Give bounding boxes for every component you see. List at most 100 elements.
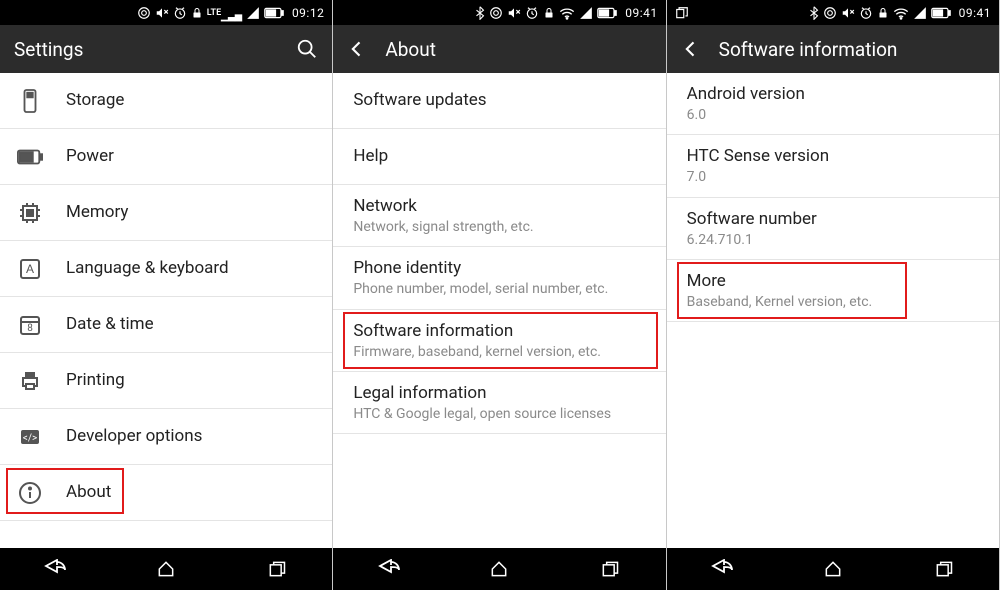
battery-icon bbox=[264, 7, 284, 19]
row-label: Software number bbox=[687, 208, 983, 230]
row-label: Phone identity bbox=[353, 257, 649, 279]
row-network[interactable]: Network Network, signal strength, etc. bbox=[333, 185, 665, 247]
header-title: About bbox=[385, 38, 651, 61]
mute-icon bbox=[155, 6, 169, 20]
sync-icon bbox=[823, 6, 837, 20]
back-nav-icon[interactable] bbox=[30, 559, 80, 579]
row-label: HTC Sense version bbox=[687, 145, 983, 167]
row-label: Printing bbox=[66, 369, 316, 391]
date-icon: 8 bbox=[16, 313, 44, 337]
nav-bar bbox=[0, 548, 332, 590]
row-software-number[interactable]: Software number 6.24.710.1 bbox=[667, 198, 999, 260]
back-icon[interactable] bbox=[681, 39, 701, 59]
row-sublabel: HTC & Google legal, open source licenses bbox=[353, 405, 649, 423]
network-lte-icon: LTE▁▃▅ bbox=[207, 5, 242, 21]
alarm-icon bbox=[859, 6, 873, 20]
row-about[interactable]: About bbox=[0, 465, 332, 521]
row-language[interactable]: A Language & keyboard bbox=[0, 241, 332, 297]
status-clock: 09:41 bbox=[959, 6, 991, 20]
row-sublabel: 7.0 bbox=[687, 168, 983, 186]
row-label: Storage bbox=[66, 89, 316, 111]
screen-settings: LTE▁▃▅ 09:12 Settings Storage Power Memo… bbox=[0, 0, 333, 590]
row-label: Software information bbox=[353, 320, 649, 342]
row-more[interactable]: More Baseband, Kernel version, etc. bbox=[667, 260, 999, 322]
row-sublabel: Firmware, baseband, kernel version, etc. bbox=[353, 343, 649, 361]
row-developer[interactable]: </> Developer options bbox=[0, 409, 332, 465]
power-icon bbox=[16, 149, 44, 165]
status-clock: 09:12 bbox=[292, 6, 324, 20]
row-sublabel: Baseband, Kernel version, etc. bbox=[687, 293, 983, 311]
search-icon[interactable] bbox=[296, 38, 318, 60]
status-clock: 09:41 bbox=[625, 6, 657, 20]
multiwindow-icon bbox=[675, 6, 689, 20]
svg-text:8: 8 bbox=[27, 323, 33, 334]
row-printing[interactable]: Printing bbox=[0, 353, 332, 409]
row-sublabel: 6.24.710.1 bbox=[687, 231, 983, 249]
settings-header: Settings bbox=[0, 25, 332, 73]
recent-nav-icon[interactable] bbox=[585, 559, 635, 579]
status-bar: 09:41 bbox=[667, 0, 999, 25]
row-label: Android version bbox=[687, 83, 983, 105]
row-label: Developer options bbox=[66, 425, 316, 447]
bluetooth-icon bbox=[809, 6, 819, 20]
about-icon bbox=[16, 481, 44, 505]
svg-text:</>: </> bbox=[23, 433, 37, 444]
row-help[interactable]: Help bbox=[333, 129, 665, 185]
bluetooth-icon bbox=[475, 6, 485, 20]
battery-icon bbox=[597, 7, 617, 19]
back-nav-icon[interactable] bbox=[697, 559, 747, 579]
signal-icon bbox=[913, 6, 927, 20]
back-nav-icon[interactable] bbox=[364, 559, 414, 579]
row-label: Software updates bbox=[353, 89, 649, 111]
row-sense-version[interactable]: HTC Sense version 7.0 bbox=[667, 135, 999, 197]
home-nav-icon[interactable] bbox=[474, 559, 524, 579]
row-power[interactable]: Power bbox=[0, 129, 332, 185]
row-sublabel: 6.0 bbox=[687, 106, 983, 124]
recent-nav-icon[interactable] bbox=[919, 559, 969, 579]
nav-bar bbox=[667, 548, 999, 590]
row-phone-identity[interactable]: Phone identity Phone number, model, seri… bbox=[333, 247, 665, 309]
printer-icon bbox=[16, 369, 44, 393]
developer-icon: </> bbox=[16, 425, 44, 449]
svg-text:A: A bbox=[26, 262, 34, 276]
home-nav-icon[interactable] bbox=[141, 559, 191, 579]
row-android-version[interactable]: Android version 6.0 bbox=[667, 73, 999, 135]
wifi-icon bbox=[559, 6, 575, 20]
header-title: Software information bbox=[719, 38, 985, 61]
softinfo-header: Software information bbox=[667, 25, 999, 73]
row-label: Date & time bbox=[66, 313, 316, 335]
status-bar: LTE▁▃▅ 09:12 bbox=[0, 0, 332, 25]
row-label: Language & keyboard bbox=[66, 257, 316, 279]
sync-icon bbox=[137, 6, 151, 20]
home-nav-icon[interactable] bbox=[808, 559, 858, 579]
row-sublabel: Phone number, model, serial number, etc. bbox=[353, 280, 649, 298]
lte-label: LTE bbox=[207, 9, 221, 17]
about-header: About bbox=[333, 25, 665, 73]
language-icon: A bbox=[16, 257, 44, 281]
lock-icon bbox=[877, 6, 889, 20]
about-list: Software updates Help Network Network, s… bbox=[333, 73, 665, 548]
signal-icon bbox=[246, 6, 260, 20]
battery-icon bbox=[931, 7, 951, 19]
row-software-updates[interactable]: Software updates bbox=[333, 73, 665, 129]
row-label: Memory bbox=[66, 201, 316, 223]
alarm-icon bbox=[173, 6, 187, 20]
row-label: Power bbox=[66, 145, 316, 167]
row-datetime[interactable]: 8 Date & time bbox=[0, 297, 332, 353]
alarm-icon bbox=[525, 6, 539, 20]
settings-list: Storage Power Memory A Language & keyboa… bbox=[0, 73, 332, 548]
back-icon[interactable] bbox=[347, 39, 367, 59]
row-label: More bbox=[687, 270, 983, 292]
screen-about: 09:41 About Software updates Help Networ… bbox=[333, 0, 666, 590]
row-legal[interactable]: Legal information HTC & Google legal, op… bbox=[333, 372, 665, 434]
memory-icon bbox=[16, 201, 44, 225]
row-software-info[interactable]: Software information Firmware, baseband,… bbox=[333, 310, 665, 372]
recent-nav-icon[interactable] bbox=[252, 559, 302, 579]
row-sublabel: Network, signal strength, etc. bbox=[353, 218, 649, 236]
row-storage[interactable]: Storage bbox=[0, 73, 332, 129]
row-memory[interactable]: Memory bbox=[0, 185, 332, 241]
softinfo-list: Android version 6.0 HTC Sense version 7.… bbox=[667, 73, 999, 548]
header-title: Settings bbox=[14, 38, 278, 61]
wifi-icon bbox=[893, 6, 909, 20]
row-label: Legal information bbox=[353, 382, 649, 404]
